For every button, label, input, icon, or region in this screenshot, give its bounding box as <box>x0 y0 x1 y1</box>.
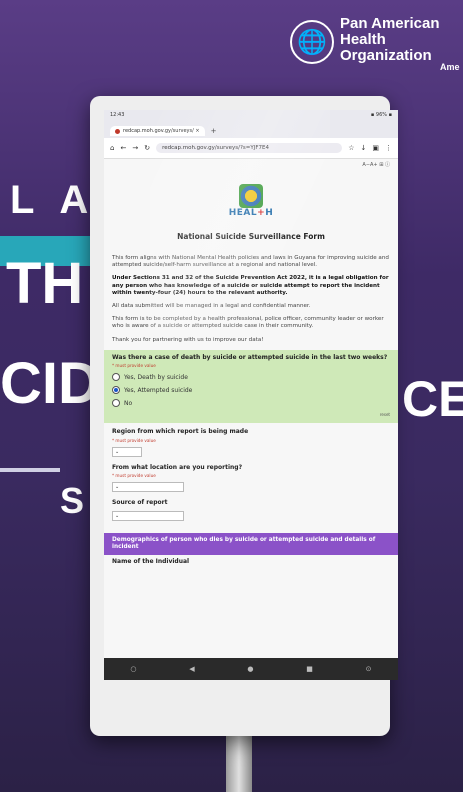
option-label: Yes, Death by suicide <box>124 373 188 381</box>
reload-icon[interactable]: ↻ <box>144 144 150 152</box>
android-nav-bar: ○ ◀ ● ■ ⊙ <box>104 658 398 680</box>
back-icon[interactable]: ← <box>120 144 126 152</box>
nav-square-icon[interactable]: ■ <box>306 665 313 673</box>
paho-line-1: Pan American <box>340 15 440 32</box>
coat-of-arms-icon <box>239 184 263 208</box>
confidential-note: All data submitted will be managed in a … <box>112 303 311 310</box>
required-note: * must provide value <box>112 363 156 369</box>
address-bar: ⌂ ← → ↻ redcap.moh.gov.gy/surveys/?s=YJF… <box>104 138 398 159</box>
new-tab-button[interactable]: + <box>211 127 217 135</box>
required-note: * must provide value <box>112 473 156 479</box>
moh-logo: HEAL+H <box>228 184 274 228</box>
page-text-controls[interactable]: A−A+ ⊞ ⓘ <box>104 159 398 170</box>
question-label: Region from which report is being made <box>112 428 249 436</box>
question-label: Source of report <box>112 499 168 507</box>
paho-line-2: Health <box>340 31 386 48</box>
question-label: Was there a case of death by suicide or … <box>112 353 388 361</box>
region-select[interactable]: ⌄ <box>112 446 142 457</box>
option-label: No <box>124 399 133 407</box>
name-field-label: Name of the Individual <box>112 558 190 566</box>
completed-by-note: This form is to be completed by a health… <box>112 316 384 330</box>
option-label: Yes, Attempted suicide <box>124 386 193 394</box>
question-region: Region from which report is being made *… <box>104 423 398 459</box>
browser-tab-bar: redcap.moh.gov.gy/surveys/ × + <box>104 124 398 138</box>
question-case-occurred: Was there a case of death by suicide or … <box>104 349 398 424</box>
paho-line-3: Organization <box>340 47 432 64</box>
paho-branding: 🌐 Pan American Health Organization <box>290 12 463 74</box>
nav-back-icon[interactable]: ◀ <box>189 665 194 673</box>
backdrop-letters-5: S <box>60 480 85 521</box>
backdrop-letters-3: CID <box>0 351 100 416</box>
status-icons: ▪ 96% ▪ <box>370 112 392 118</box>
question-label: From what location are you reporting? <box>112 463 243 471</box>
location-select[interactable]: ⌄ <box>112 482 184 493</box>
status-time: 12:43 <box>110 112 125 118</box>
backdrop-letters-4: CE <box>402 371 463 427</box>
status-bar: 12:43 ▪ 96% ▪ <box>104 110 398 124</box>
nav-recent-icon[interactable]: ○ <box>130 665 136 673</box>
question-source: Source of report ⌄ <box>104 494 398 523</box>
thanks-note: Thank you for partnering with us to impr… <box>112 336 264 343</box>
reset-link[interactable]: reset <box>112 412 390 417</box>
radio-button-selected[interactable] <box>112 386 120 395</box>
question-location: From what location are you reporting? * … <box>104 459 398 495</box>
intro-text: This form aligns with National Mental He… <box>112 255 389 269</box>
tabs-count-icon[interactable]: ▣ <box>372 144 379 152</box>
option-no[interactable]: No <box>112 399 390 408</box>
paho-name: Pan American Health Organization <box>340 16 440 64</box>
backdrop-partial-text: Ame <box>440 62 460 72</box>
nav-home-icon[interactable]: ● <box>247 665 253 673</box>
backdrop-letters-1: L A <box>10 178 97 222</box>
url-field[interactable]: redcap.moh.gov.gy/surveys/?s=YJF7E4 <box>156 143 343 153</box>
option-death-by-suicide[interactable]: Yes, Death by suicide <box>112 373 390 382</box>
download-icon[interactable]: ↓ <box>361 144 367 152</box>
health-wordmark: HEAL+H <box>228 208 274 218</box>
backdrop-divider <box>0 468 60 472</box>
favicon-icon <box>115 128 120 134</box>
source-select[interactable]: ⌄ <box>112 510 184 521</box>
section-header-demographics: Demographics of person who dies by suici… <box>104 532 398 556</box>
option-attempted-suicide[interactable]: Yes, Attempted suicide <box>112 386 390 395</box>
required-note: * must provide value <box>112 437 156 443</box>
home-icon[interactable]: ⌂ <box>110 144 114 152</box>
radio-button[interactable] <box>112 373 120 382</box>
tab-title: redcap.moh.gov.gy/surveys/ × <box>123 128 200 134</box>
globe-icon: 🌐 <box>290 20 334 64</box>
forward-icon[interactable]: → <box>132 144 138 152</box>
form-title: National Suicide Surveillance Form <box>177 232 325 241</box>
backdrop-letters-2: TH <box>6 251 84 316</box>
nav-assistant-icon[interactable]: ⊙ <box>366 665 372 673</box>
tablet-screen: 12:43 ▪ 96% ▪ redcap.moh.gov.gy/surveys/… <box>104 110 398 680</box>
star-icon[interactable]: ☆ <box>348 144 354 152</box>
radio-button[interactable] <box>112 399 120 408</box>
browser-tab[interactable]: redcap.moh.gov.gy/surveys/ × <box>110 126 205 136</box>
legal-notice: Under Sections 31 and 32 of the Suicide … <box>112 275 389 296</box>
menu-icon[interactable]: ⋮ <box>385 144 392 152</box>
